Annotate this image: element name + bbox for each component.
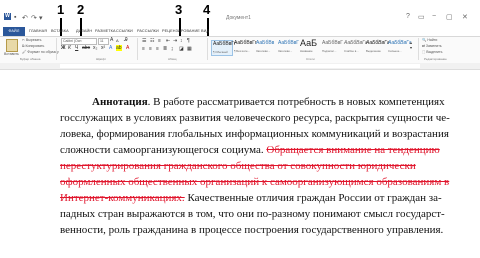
- ribbon-tabs: ФАЙЛ ГЛАВНАЯ ВСТАВКА ДИЗАЙН РАЗМЕТКА ССЫ…: [0, 27, 480, 36]
- doc-line-2: госслужащих в условиях развития человече…: [60, 112, 450, 124]
- style-no-spacing[interactable]: АаБбВвГг ¶ Без инте...: [233, 40, 257, 54]
- clear-format-icon[interactable]: Ꭿ: [124, 37, 128, 43]
- highlight-icon[interactable]: ab: [116, 45, 122, 51]
- doc-line-9: венности, роль гражданина в процессе пос…: [60, 224, 444, 236]
- tab-file[interactable]: ФАЙЛ: [3, 27, 25, 36]
- replace-button[interactable]: ⇄ Заменить: [422, 44, 442, 48]
- shrink-font-icon[interactable]: A: [116, 38, 119, 43]
- italic-icon[interactable]: К: [68, 45, 71, 51]
- shading-icon[interactable]: ◪: [179, 46, 184, 52]
- align-right-icon[interactable]: ≡: [156, 46, 159, 52]
- font-color-icon[interactable]: A: [126, 45, 129, 51]
- undo-icon[interactable]: ↶: [22, 14, 28, 22]
- doc-line-5: перестуктурирования гражданского обществ…: [60, 160, 416, 172]
- ribbon-display-icon[interactable]: ▭: [418, 13, 425, 21]
- bullets-icon[interactable]: ☰: [142, 38, 146, 44]
- underline-icon[interactable]: Ч: [75, 45, 78, 51]
- clipboard-group-label: Буфер обмена: [20, 57, 41, 61]
- styles-group-label: Стили: [306, 57, 315, 61]
- tab-review[interactable]: РЕЦЕНЗИРОВАНИЕ: [162, 27, 200, 36]
- select-button[interactable]: ⬚ Выделить: [422, 50, 442, 54]
- numbering-icon[interactable]: ☷: [150, 38, 154, 44]
- tab-home[interactable]: ГЛАВНАЯ: [29, 27, 47, 36]
- style-intense-emphasis[interactable]: АаБбВвГг Сильное...: [387, 40, 411, 54]
- grow-font-icon[interactable]: A: [110, 37, 113, 43]
- find-button[interactable]: 🔍 Найти: [422, 38, 437, 42]
- text-effects-icon[interactable]: A: [109, 45, 112, 51]
- superscript-icon[interactable]: x²: [101, 45, 105, 51]
- style-subtle-emphasis[interactable]: АаБбВвГг Слабое в...: [343, 40, 367, 54]
- marker-3: 3: [175, 2, 183, 17]
- deleted-text: Интернет-коммуникациях.: [60, 192, 185, 204]
- marker-1: 1: [57, 2, 65, 17]
- tab-insert[interactable]: ВСТАВКА: [51, 27, 69, 36]
- doc-line-4: сложности самоорганизующегося социума. О…: [60, 144, 440, 156]
- deleted-text: Обращается внимание на тенденцию: [266, 144, 440, 156]
- redo-icon[interactable]: ↷: [31, 14, 37, 22]
- line-spacing-icon[interactable]: ↨: [171, 46, 174, 52]
- borders-icon[interactable]: ▦: [187, 46, 192, 52]
- font-group-label: Шрифт: [96, 57, 106, 61]
- style-heading-2[interactable]: АаБбВвГ Заголово...: [277, 40, 299, 54]
- style-title[interactable]: АаБ Название: [299, 38, 319, 54]
- multilevel-list-icon[interactable]: ≡: [158, 38, 161, 44]
- minimize-icon[interactable]: −: [432, 13, 436, 20]
- tab-layout[interactable]: РАЗМЕТКА: [95, 27, 116, 36]
- customize-qat-icon[interactable]: ▾: [39, 14, 43, 22]
- close-icon[interactable]: ✕: [462, 13, 468, 21]
- word-app-icon: W: [4, 13, 11, 20]
- group-divider: [137, 38, 138, 60]
- tab-mailings[interactable]: РАССЫЛКИ: [137, 27, 159, 36]
- tab-view[interactable]: ВИД: [201, 27, 209, 36]
- align-left-icon[interactable]: ≡: [142, 46, 145, 52]
- align-center-icon[interactable]: ≡: [149, 46, 152, 52]
- bold-icon[interactable]: Ж: [61, 45, 66, 51]
- editing-group-label: Редактирование: [424, 57, 447, 61]
- marker-2: 2: [77, 2, 85, 17]
- group-divider: [207, 38, 208, 60]
- format-painter-button[interactable]: 🖌 Формат по образцу: [22, 50, 59, 54]
- doc-line-7: Интернет-коммуникациях. Качественные отл…: [60, 192, 442, 204]
- group-divider: [56, 38, 57, 60]
- increase-indent-icon[interactable]: ⇥: [173, 38, 177, 44]
- styles-scroll-icon[interactable]: ▴ ▾: [410, 40, 412, 50]
- font-name-select[interactable]: Calibri (Осн: [61, 38, 97, 45]
- tab-design[interactable]: ДИЗАЙН: [76, 27, 92, 36]
- save-icon[interactable]: ▪: [14, 14, 16, 22]
- ruler-text-area: [60, 64, 420, 68]
- doc-line-6: оформленных общественных организаций к с…: [60, 176, 450, 188]
- paste-button-label[interactable]: Вставить: [4, 52, 19, 56]
- maximize-icon[interactable]: ▢: [446, 13, 453, 21]
- doc-line-8: падных стран выражаются в том, что они п…: [60, 208, 445, 220]
- help-icon[interactable]: ?: [406, 13, 410, 20]
- strikethrough-icon[interactable]: abc: [82, 45, 90, 51]
- style-subtitle[interactable]: АаБбВвГ Подзагол...: [321, 40, 343, 54]
- style-heading-1[interactable]: АаБбВв Заголово...: [255, 40, 275, 54]
- style-emphasis[interactable]: АаБбВвГг Выделение: [365, 40, 389, 54]
- document-title: Документ1: [226, 15, 251, 21]
- tab-references[interactable]: ССЫЛКИ: [116, 27, 133, 36]
- font-size-select[interactable]: 11: [98, 38, 109, 45]
- sort-icon[interactable]: ↕: [180, 38, 183, 44]
- paragraph-group-label: Абзац: [168, 57, 177, 61]
- show-marks-icon[interactable]: ¶: [187, 38, 190, 44]
- document-page[interactable]: Аннотация. В работе рассматривается потр…: [0, 70, 480, 258]
- cut-button[interactable]: ✂ Вырезать: [22, 38, 41, 42]
- doc-line-1: Аннотация. В работе рассматривается потр…: [92, 96, 445, 108]
- style-normal[interactable]: АаБбВвГг ¶ Обычный: [211, 40, 236, 56]
- decrease-indent-icon[interactable]: ⇤: [166, 38, 170, 44]
- justify-icon[interactable]: ≣: [163, 46, 167, 52]
- group-divider: [418, 38, 419, 60]
- doc-line-3: ловека, формирования глобальных информац…: [60, 128, 449, 140]
- paste-icon[interactable]: [6, 39, 18, 52]
- marker-4: 4: [203, 2, 211, 17]
- subscript-icon[interactable]: x₂: [93, 45, 97, 51]
- copy-button[interactable]: ⧉ Копировать: [22, 44, 44, 48]
